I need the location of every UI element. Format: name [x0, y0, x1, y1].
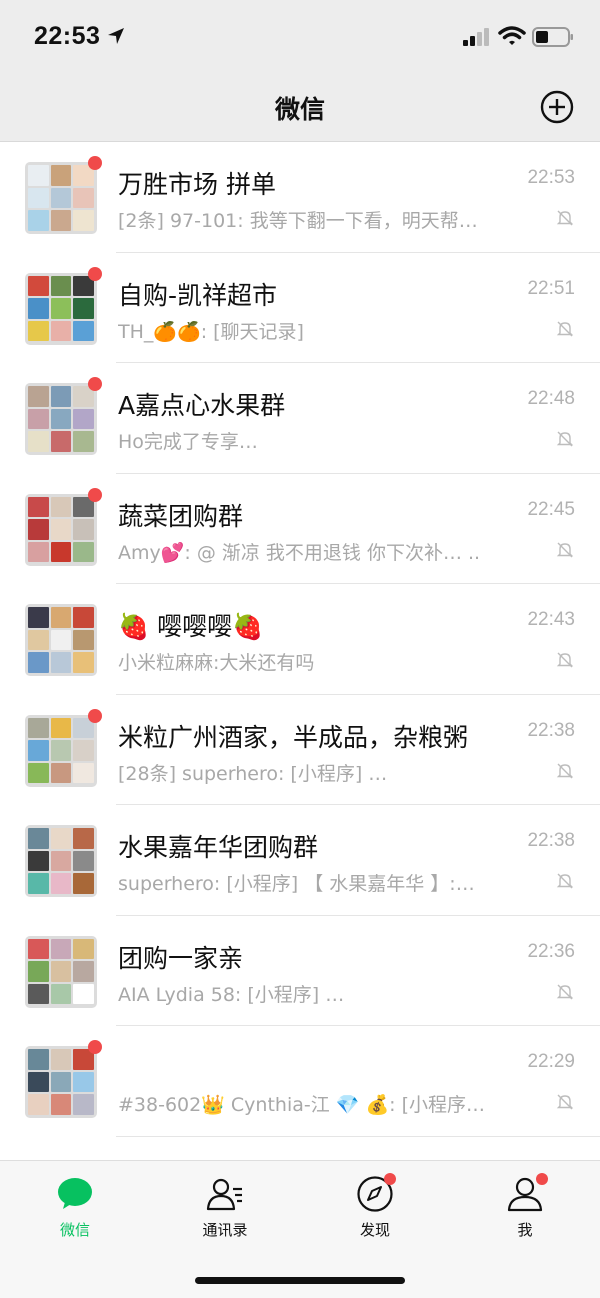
- add-circle-icon[interactable]: [540, 90, 574, 124]
- group-avatar: [25, 714, 97, 787]
- mute-bell-icon: [556, 210, 574, 226]
- chat-preview: superhero: [小程序] 【 水果嘉年华 】:…: [118, 873, 475, 895]
- chat-preview: [2条] 97-101: 我等下翻一下看，明天帮…: [118, 210, 478, 232]
- wifi-icon: [498, 26, 526, 45]
- group-avatar: [25, 272, 97, 345]
- unread-dot: [88, 156, 102, 170]
- mute-bell-icon: [556, 321, 574, 336]
- mute-bell-icon: [556, 542, 574, 557]
- chat-row[interactable]: 22:29 #38-602👑 Cynthia-江 💎 💰: [小程序…: [0, 1026, 600, 1137]
- group-avatar: [25, 383, 97, 455]
- chat-row[interactable]: 自购-凯祥超市 22:51 TH_🍊🍊: [聊天记录]: [0, 252, 600, 363]
- chat-name: A嘉点心水果群: [118, 391, 286, 420]
- chat-row[interactable]: A嘉点心水果群 22:48 Ho完成了专享…: [0, 363, 600, 474]
- chat-bubble-icon: [58, 1178, 92, 1209]
- chat-name: 万胜市场 拼单: [118, 170, 276, 199]
- tab-me[interactable]: 我: [450, 1161, 600, 1251]
- tab-label: 我: [517, 1221, 533, 1239]
- group-avatar: [25, 1046, 97, 1118]
- chat-row[interactable]: 🍓 嘤嘤嘤🍓 22:43 小米粒麻麻:大米还有吗: [0, 584, 600, 695]
- chat-name: 水果嘉年华团购群: [118, 833, 319, 862]
- chat-time: 22:29: [527, 1051, 575, 1072]
- unread-dot: [88, 487, 102, 502]
- chat-preview: [28条] superhero: [小程序] …: [118, 762, 388, 785]
- group-avatar: [25, 162, 97, 234]
- chat-time: 22:43: [527, 609, 575, 630]
- chat-time: 22:45: [527, 498, 575, 520]
- mute-bell-icon: [556, 873, 574, 889]
- chat-row[interactable]: 团购一家亲 22:36 AIA Lydia 58: [小程序] …: [0, 915, 600, 1026]
- chat-name: 团购一家亲: [118, 943, 244, 973]
- chat-row[interactable]: 蔬菜团购群 22:45 Amy💕: @ 渐凉 我不用退钱 你下次补… ..: [0, 473, 600, 584]
- chat-time: 22:51: [527, 277, 575, 299]
- mute-bell-icon: [556, 431, 574, 447]
- badge-dot: [384, 1173, 396, 1185]
- group-avatar: [25, 493, 97, 566]
- chat-list[interactable]: 万胜市场 拼单 22:53 [2条] 97-101: 我等下翻一下看，明天帮… …: [0, 142, 600, 1160]
- cellular-signal-icon: [463, 28, 489, 46]
- location-arrow-icon: [108, 28, 124, 44]
- chat-preview: AIA Lydia 58: [小程序] …: [118, 983, 345, 1006]
- chat-preview: Amy💕: @ 渐凉 我不用退钱 你下次补… ..: [118, 541, 481, 564]
- chat-time: 22:38: [527, 830, 575, 851]
- chat-name: 蔬菜团购群: [118, 501, 244, 531]
- mute-bell-icon: [556, 763, 574, 778]
- chat-time: 22:53: [527, 167, 575, 188]
- unread-dot: [88, 266, 102, 281]
- tab-label: 通讯录: [202, 1221, 248, 1239]
- contacts-icon: [206, 1178, 242, 1211]
- tab-label: 微信: [59, 1221, 90, 1239]
- chat-row[interactable]: 水果嘉年华团购群 22:38 superhero: [小程序] 【 水果嘉年华 …: [0, 805, 600, 916]
- chat-name: 米粒广州酒家，半成品，杂粮粥: [118, 722, 469, 752]
- chat-time: 22:36: [527, 940, 575, 962]
- unread-dot: [88, 708, 102, 723]
- chat-time: 22:38: [527, 719, 575, 741]
- chat-preview: 小米粒麻麻:大米还有吗: [118, 652, 315, 674]
- unread-dot: [88, 377, 102, 391]
- status-bar: 22:53: [0, 0, 600, 76]
- chat-preview: #38-602👑 Cynthia-江 💎 💰: [小程序…: [118, 1094, 485, 1116]
- badge-dot: [536, 1173, 548, 1185]
- group-avatar: [25, 935, 97, 1008]
- tab-discover[interactable]: 发现: [300, 1161, 450, 1251]
- chat-name: 自购-凯祥超市: [118, 280, 278, 310]
- chat-time: 22:48: [527, 388, 575, 409]
- battery-icon: [532, 27, 573, 47]
- chat-preview: Ho完成了专享…: [118, 431, 258, 453]
- tab-chats[interactable]: 微信: [0, 1161, 150, 1251]
- tab-contacts[interactable]: 通讯录: [150, 1161, 300, 1251]
- chat-row[interactable]: 米粒广州酒家，半成品，杂粮粥 22:38 [28条] superhero: [小…: [0, 694, 600, 805]
- chat-preview: TH_🍊🍊: [聊天记录]: [118, 320, 304, 343]
- home-indicator[interactable]: [195, 1277, 405, 1284]
- chat-row[interactable]: 万胜市场 拼单 22:53 [2条] 97-101: 我等下翻一下看，明天帮…: [0, 142, 600, 253]
- group-avatar: [25, 604, 97, 676]
- tab-label: 发现: [359, 1221, 390, 1239]
- nav-bar: 微信: [0, 76, 600, 142]
- mute-bell-icon: [556, 984, 574, 999]
- mute-bell-icon: [556, 1094, 574, 1110]
- mute-bell-icon: [556, 652, 574, 668]
- group-avatar: [25, 825, 97, 897]
- status-time: 22:53: [34, 22, 101, 50]
- unread-dot: [88, 1040, 102, 1054]
- page-title: 微信: [274, 95, 325, 124]
- chat-name: 🍓 嘤嘤嘤🍓: [118, 612, 264, 641]
